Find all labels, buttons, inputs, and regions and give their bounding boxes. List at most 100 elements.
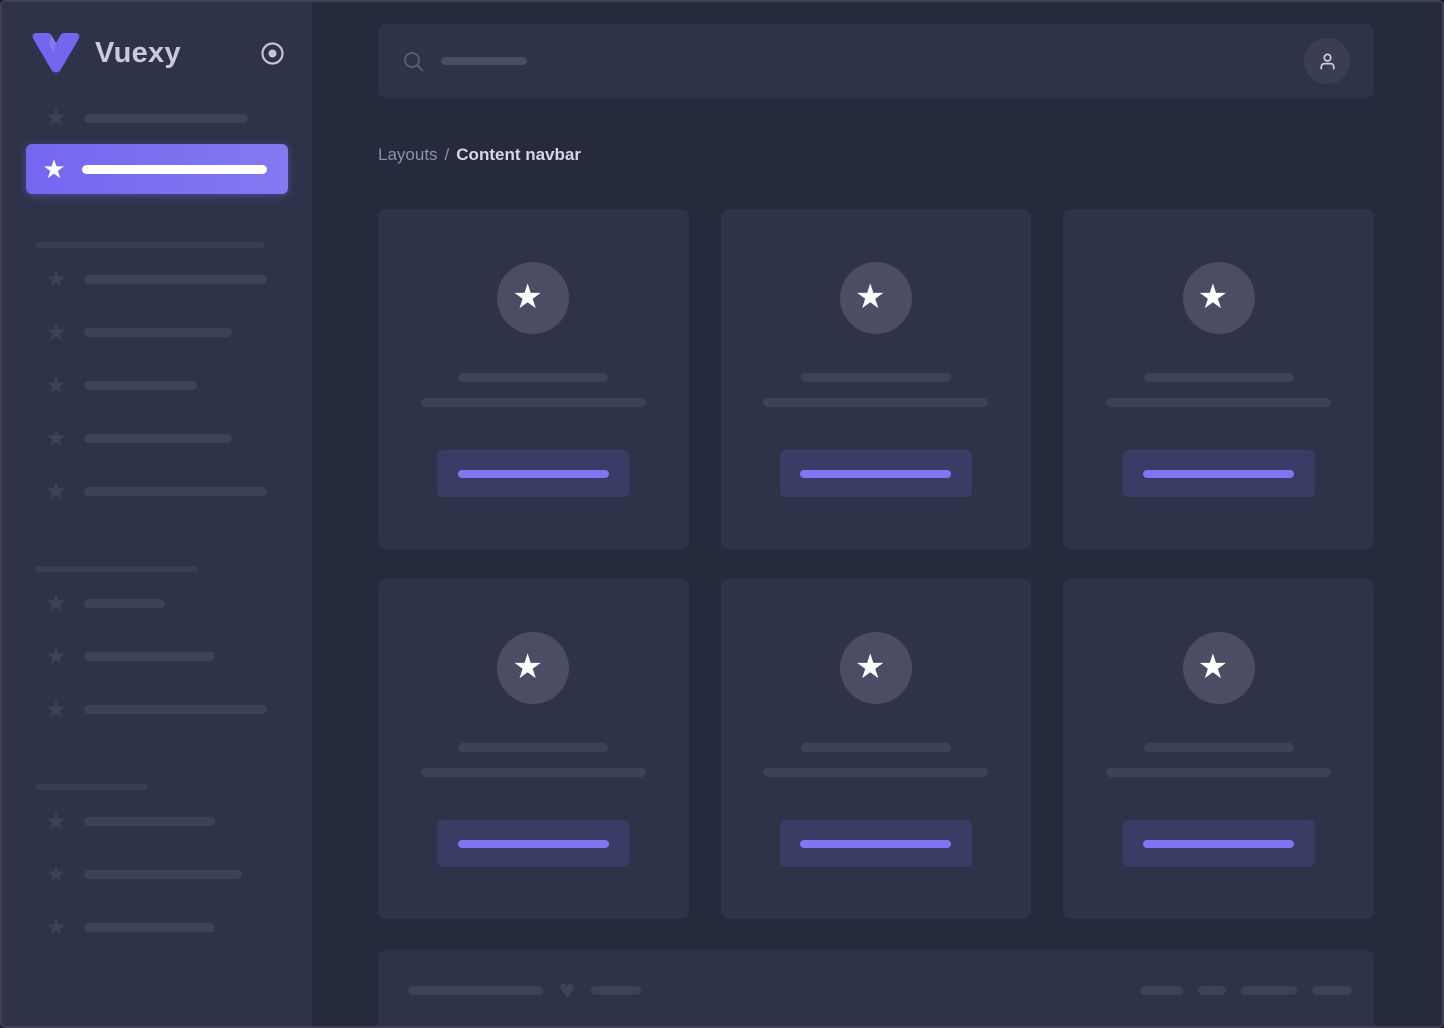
- sidebar-menu-item[interactable]: ★: [2, 577, 312, 630]
- sidebar-menu: ★ ★ ★ ★ ★ ★ ★ ★ ★ ★ ★ ★ ★: [2, 74, 312, 954]
- star-icon: ★: [512, 280, 540, 314]
- search-placeholder-bar[interactable]: [441, 57, 527, 65]
- card-line-bar: [763, 398, 988, 407]
- card: ★: [1063, 579, 1374, 919]
- star-icon: ★: [42, 268, 70, 292]
- menu-label-bar: [84, 487, 267, 496]
- star-icon: ★: [1198, 650, 1226, 684]
- menu-label-bar: [84, 705, 267, 714]
- star-icon: ★: [42, 427, 70, 451]
- menu-label-bar: [84, 328, 232, 337]
- star-icon: ★: [1198, 280, 1226, 314]
- card-button[interactable]: [1123, 450, 1315, 497]
- sidebar-menu-item[interactable]: ★: [2, 795, 312, 848]
- star-badge: ★: [497, 262, 569, 334]
- sidebar-menu-item-active[interactable]: ★: [26, 144, 288, 194]
- button-label-bar: [1143, 840, 1294, 848]
- star-icon: ★: [855, 280, 883, 314]
- menu-label-bar: [82, 165, 267, 174]
- footer-text-bar: [591, 986, 641, 995]
- card: ★: [378, 579, 689, 919]
- card-line-bar: [458, 373, 608, 382]
- star-icon: ★: [42, 863, 70, 887]
- card: ★: [721, 209, 1032, 549]
- breadcrumb: Layouts/Content navbar: [378, 145, 1374, 165]
- card-line-bar: [421, 398, 646, 407]
- radio-pin-icon[interactable]: [259, 40, 286, 67]
- heart-icon: ♥: [559, 977, 575, 1004]
- star-icon: ★: [42, 645, 70, 669]
- sidebar-menu-item[interactable]: ★: [2, 683, 312, 736]
- star-icon: ★: [42, 916, 70, 940]
- sidebar-menu-item[interactable]: ★: [2, 848, 312, 901]
- section-divider: [35, 566, 198, 572]
- star-icon: ★: [42, 374, 70, 398]
- breadcrumb-current: Content navbar: [456, 145, 581, 164]
- person-icon: [1316, 50, 1339, 73]
- card-button[interactable]: [780, 820, 972, 867]
- footer-link-bar: [1312, 986, 1352, 995]
- user-avatar[interactable]: [1304, 38, 1350, 84]
- star-icon: ★: [42, 321, 70, 345]
- footer-text-bar: [408, 986, 543, 995]
- star-icon: ★: [40, 156, 68, 182]
- menu-label-bar: [84, 381, 197, 390]
- menu-label-bar: [84, 275, 267, 284]
- menu-label-bar: [84, 652, 215, 661]
- star-badge: ★: [497, 632, 569, 704]
- star-icon: ★: [42, 106, 70, 130]
- app-window: Vuexy ★ ★ ★ ★ ★ ★ ★ ★ ★ ★ ★ ★ ★: [0, 0, 1444, 1028]
- button-label-bar: [800, 470, 951, 478]
- sidebar-menu-item[interactable]: ★: [2, 901, 312, 954]
- card-line-bar: [1144, 373, 1294, 382]
- vuexy-logo-icon: [30, 32, 82, 74]
- menu-label-bar: [84, 923, 215, 932]
- menu-label-bar: [84, 870, 242, 879]
- sidebar-menu-item[interactable]: ★: [2, 306, 312, 359]
- card-button[interactable]: [437, 820, 629, 867]
- menu-label-bar: [84, 434, 232, 443]
- card-button[interactable]: [780, 450, 972, 497]
- button-label-bar: [458, 470, 609, 478]
- menu-label-bar: [84, 817, 215, 826]
- breadcrumb-parent[interactable]: Layouts: [378, 145, 438, 164]
- star-icon: ★: [512, 650, 540, 684]
- menu-label-bar: [84, 599, 165, 608]
- sidebar: Vuexy ★ ★ ★ ★ ★ ★ ★ ★ ★ ★ ★ ★ ★: [2, 2, 312, 1026]
- sidebar-menu-item[interactable]: ★: [2, 630, 312, 683]
- star-icon: ★: [855, 650, 883, 684]
- star-icon: ★: [42, 592, 70, 616]
- sidebar-menu-item[interactable]: ★: [2, 359, 312, 412]
- footer-link-bar: [1241, 986, 1297, 995]
- card-line-bar: [1106, 768, 1331, 777]
- star-icon: ★: [42, 698, 70, 722]
- sidebar-menu-item[interactable]: ★: [2, 465, 312, 518]
- footer-link-bar: [1198, 986, 1226, 995]
- card: ★: [721, 579, 1032, 919]
- sidebar-menu-item[interactable]: ★: [2, 92, 312, 144]
- search-navbar: [378, 24, 1374, 98]
- card-button[interactable]: [437, 450, 629, 497]
- star-badge: ★: [1183, 262, 1255, 334]
- card-line-bar: [458, 743, 608, 752]
- app-title: Vuexy: [95, 37, 181, 70]
- menu-label-bar: [84, 114, 248, 123]
- card-line-bar: [801, 373, 951, 382]
- star-badge: ★: [1183, 632, 1255, 704]
- footer-link-bar: [1140, 986, 1183, 995]
- card: ★: [1063, 209, 1374, 549]
- star-icon: ★: [42, 810, 70, 834]
- star-badge: ★: [840, 262, 912, 334]
- main-content: Layouts/Content navbar ★ ★ ★ ★ ★ ★ ♥: [312, 2, 1442, 1026]
- footer-right-group: [1140, 986, 1352, 995]
- section-divider: [35, 784, 148, 790]
- card-button[interactable]: [1123, 820, 1315, 867]
- star-badge: ★: [840, 632, 912, 704]
- section-divider: [35, 242, 265, 248]
- sidebar-menu-item[interactable]: ★: [2, 253, 312, 306]
- star-icon: ★: [42, 480, 70, 504]
- card: ★: [378, 209, 689, 549]
- sidebar-menu-item[interactable]: ★: [2, 412, 312, 465]
- footer-left-group: ♥: [408, 977, 641, 1004]
- search-icon[interactable]: [402, 50, 425, 73]
